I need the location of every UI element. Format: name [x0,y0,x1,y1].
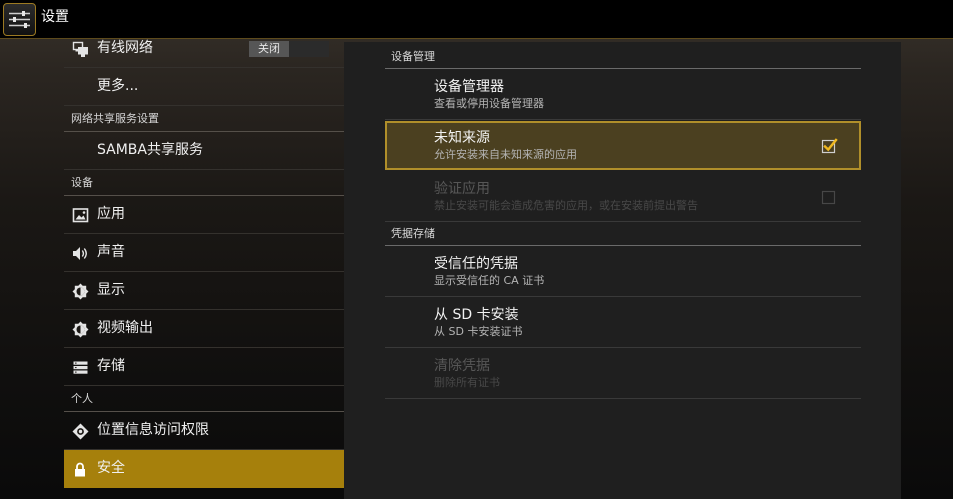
pref-trusted-credentials[interactable]: 受信任的凭据 显示受信任的 CA 证书 [385,246,861,297]
settings-icon[interactable] [3,3,36,36]
sidebar-item-more[interactable]: 更多... [64,68,344,106]
category-title: 网络共享服务设置 [71,112,159,125]
pref-summary: 显示受信任的 CA 证书 [434,274,545,287]
page-title: 设置 [41,9,69,25]
sidebar-item-video-output[interactable]: 视频输出 [64,310,344,348]
pref-title: 设备管理器 [434,79,504,95]
location-icon [72,423,89,440]
sidebar: 有线网络 关闭 更多... 网络共享服务设置 SAMBA共享服务 设备 应用 声… [64,0,344,499]
sidebar-item-location[interactable]: 位置信息访问权限 [64,412,344,450]
category-title: 设备管理 [391,50,435,63]
sidebar-item-label: 声音 [97,244,125,260]
pref-install-from-sd[interactable]: 从 SD 卡安装 从 SD 卡安装证书 [385,297,861,348]
speaker-icon [72,245,89,262]
sidebar-item-label: 显示 [97,282,125,298]
sidebar-item-label: 视频输出 [97,320,153,336]
pref-title: 受信任的凭据 [434,256,518,272]
sidebar-item-label: 存储 [97,358,125,374]
brightness-icon [72,283,89,300]
pref-verify-apps[interactable]: 验证应用 禁止安装可能会造成危害的应用，或在安装前提出警告 [385,171,861,222]
action-bar: 设置 [0,0,953,38]
ethernet-icon [72,41,89,58]
sidebar-category-header: 个人 [64,386,344,412]
switch-thumb: 关闭 [249,41,289,57]
storage-icon [72,359,89,376]
pref-summary: 从 SD 卡安装证书 [434,325,523,338]
picture-icon [72,207,89,224]
video-output-icon [72,321,89,338]
action-bar-divider [0,38,953,39]
sidebar-item-display[interactable]: 显示 [64,272,344,310]
pref-summary: 查看或停用设备管理器 [434,97,544,110]
sidebar-item-label: 应用 [97,206,125,222]
pref-clear-credentials[interactable]: 清除凭据 删除所有证书 [385,348,861,399]
lock-icon [74,462,91,479]
pref-title: 验证应用 [434,181,490,197]
verify-apps-checkbox[interactable] [821,188,838,205]
pref-summary: 禁止安装可能会造成危害的应用，或在安装前提出警告 [434,199,698,212]
pref-unknown-sources[interactable]: 未知来源 允许安装来自未知来源的应用 [385,120,861,171]
pref-title: 清除凭据 [434,358,490,374]
category-header-credential-storage: 凭据存储 [385,222,861,246]
sidebar-item-label: 更多... [97,78,139,94]
security-settings-panel: 设备管理 设备管理器 查看或停用设备管理器 未知来源 允许安装来自未知来源的应用… [344,42,901,499]
settings-screen: 设置 有线网络 关闭 更多... 网络共享服务设置 SAMBA共享服务 设备 应… [0,0,953,499]
pref-summary: 删除所有证书 [434,376,500,389]
sidebar-item-security[interactable]: 安全 [64,450,344,488]
sidebar-item-apps[interactable]: 应用 [64,196,344,234]
sidebar-item-samba[interactable]: SAMBA共享服务 [64,132,344,170]
pref-device-administrators[interactable]: 设备管理器 查看或停用设备管理器 [385,69,861,120]
category-title: 设备 [71,176,93,189]
pref-summary: 允许安装来自未知来源的应用 [434,148,577,161]
sidebar-item-storage[interactable]: 存储 [64,348,344,386]
sidebar-item-label: SAMBA共享服务 [97,142,203,158]
sidebar-item-label: 安全 [97,460,125,476]
category-title: 凭据存储 [391,227,435,240]
sidebar-category-header: 设备 [64,170,344,196]
category-title: 个人 [71,392,93,405]
unknown-sources-checkbox[interactable] [821,137,838,154]
sidebar-category-header: 网络共享服务设置 [64,106,344,132]
category-header-device-admin: 设备管理 [385,46,861,69]
sidebar-item-sound[interactable]: 声音 [64,234,344,272]
sidebar-item-label: 位置信息访问权限 [97,422,209,438]
pref-title: 未知来源 [434,130,490,146]
wired-network-switch[interactable]: 关闭 [249,41,329,57]
pref-title: 从 SD 卡安装 [434,307,519,323]
